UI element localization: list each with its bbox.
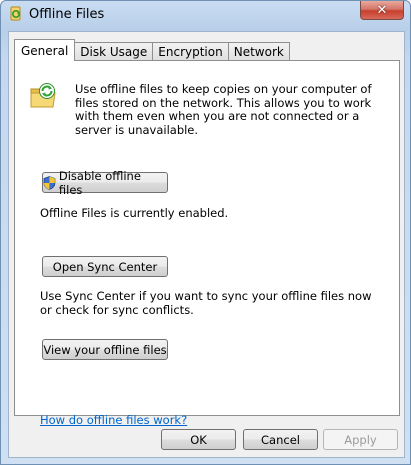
close-icon: ✕: [376, 2, 388, 18]
view-offline-files-button[interactable]: View your offline files: [42, 339, 168, 360]
sync-center-description: Use Sync Center if you want to sync your…: [40, 289, 372, 317]
tab-disk-usage[interactable]: Disk Usage: [74, 42, 154, 61]
open-sync-center-button[interactable]: Open Sync Center: [42, 256, 168, 277]
ok-button[interactable]: OK: [161, 429, 236, 450]
disable-offline-files-button[interactable]: Disable offline files: [42, 169, 168, 197]
uac-shield-icon: [43, 175, 56, 190]
offline-files-icon: [10, 6, 21, 21]
dialog-client-area: General Disk Usage Encryption Network Us…: [8, 31, 405, 458]
sync-folder-icon: [30, 83, 56, 108]
tab-strip: General Disk Usage Encryption Network: [14, 39, 290, 61]
tab-encryption[interactable]: Encryption: [152, 42, 229, 61]
help-link[interactable]: How do offline files work?: [40, 413, 187, 427]
offline-status-text: Offline Files is currently enabled.: [40, 206, 229, 220]
tab-general[interactable]: General: [14, 39, 76, 61]
close-button[interactable]: ✕: [360, 1, 404, 20]
offline-files-window: Offline Files ✕ General Disk Usage Encry…: [0, 0, 411, 465]
window-title: Offline Files: [29, 7, 105, 22]
apply-button[interactable]: Apply: [323, 429, 398, 450]
intro-text: Use offline files to keep copies on your…: [75, 82, 372, 137]
cancel-button[interactable]: Cancel: [243, 429, 318, 450]
general-tab-panel: Use offline files to keep copies on your…: [14, 60, 400, 427]
disable-offline-files-label: Disable offline files: [58, 168, 141, 197]
tab-network[interactable]: Network: [227, 42, 290, 61]
title-bar[interactable]: Offline Files ✕: [1, 1, 410, 29]
